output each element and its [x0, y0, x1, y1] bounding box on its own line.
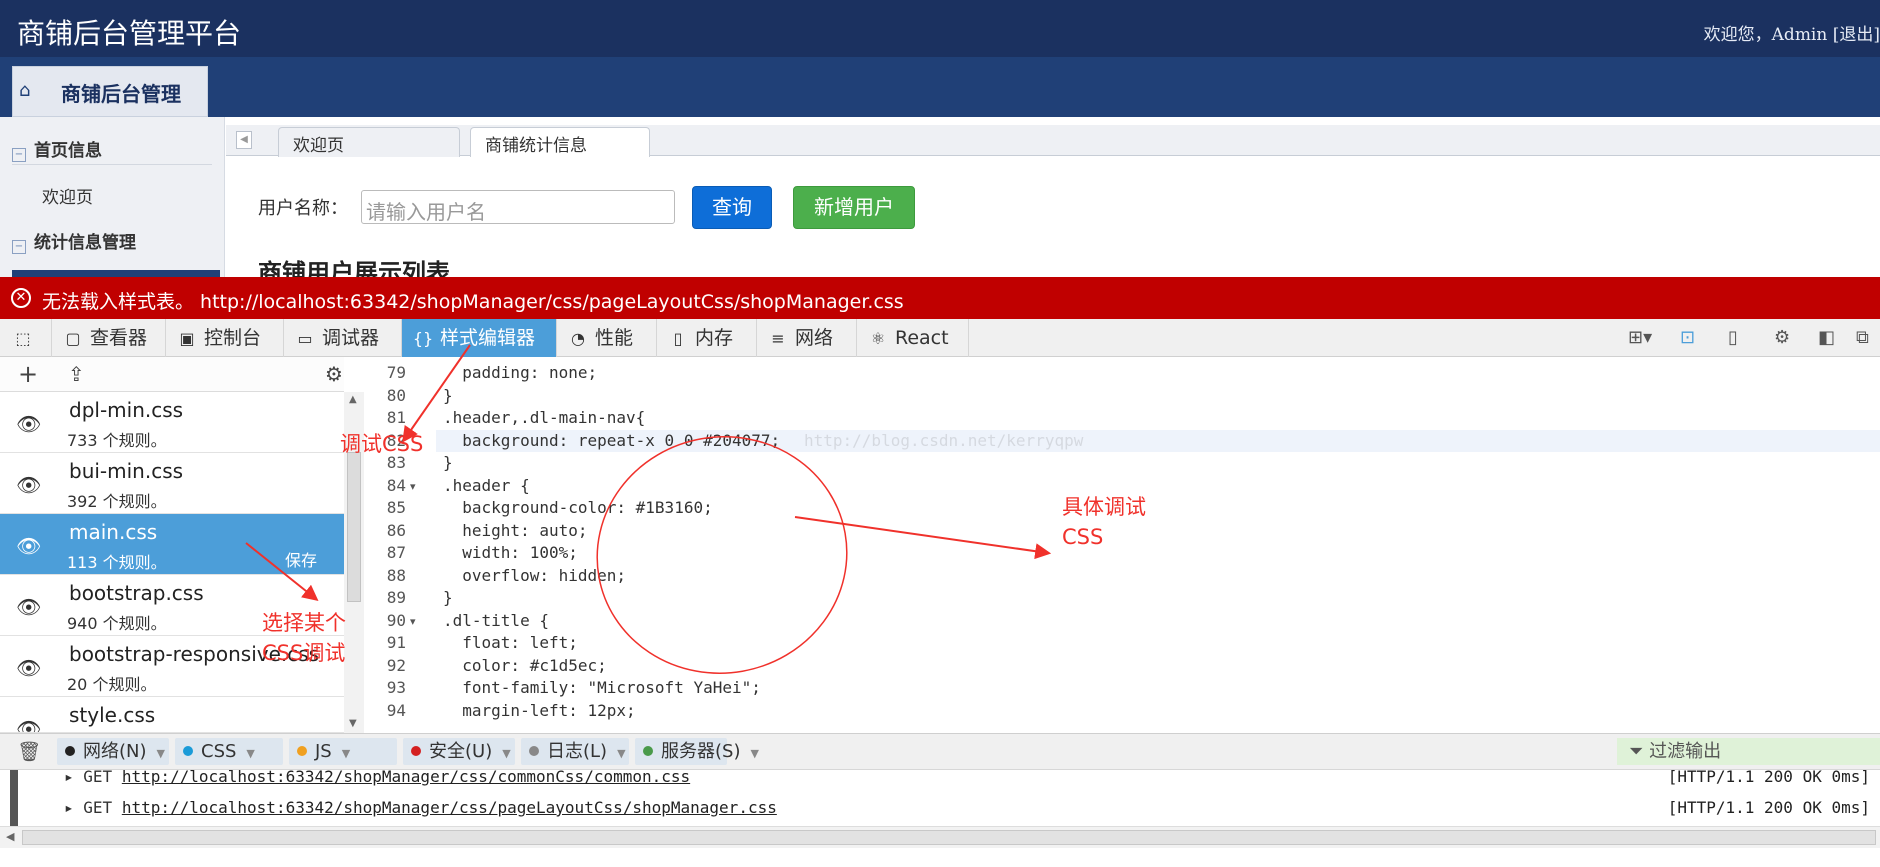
annotation-select-line1: 选择某个: [262, 611, 346, 635]
annotation-overlay: [245, 344, 1052, 674]
annotation-select-line2: CSS调试: [262, 641, 346, 665]
annotation-arrow: [402, 344, 471, 443]
annotation-debug-css: 调试CSS: [340, 432, 424, 456]
annotation-specific-line1: 具体调试: [1062, 495, 1146, 519]
annotation-arrow: [794, 516, 1052, 560]
annotation-arrow: [245, 542, 319, 601]
annotation-specific-line2: CSS: [1062, 525, 1104, 549]
annotation-circle: [596, 436, 848, 674]
